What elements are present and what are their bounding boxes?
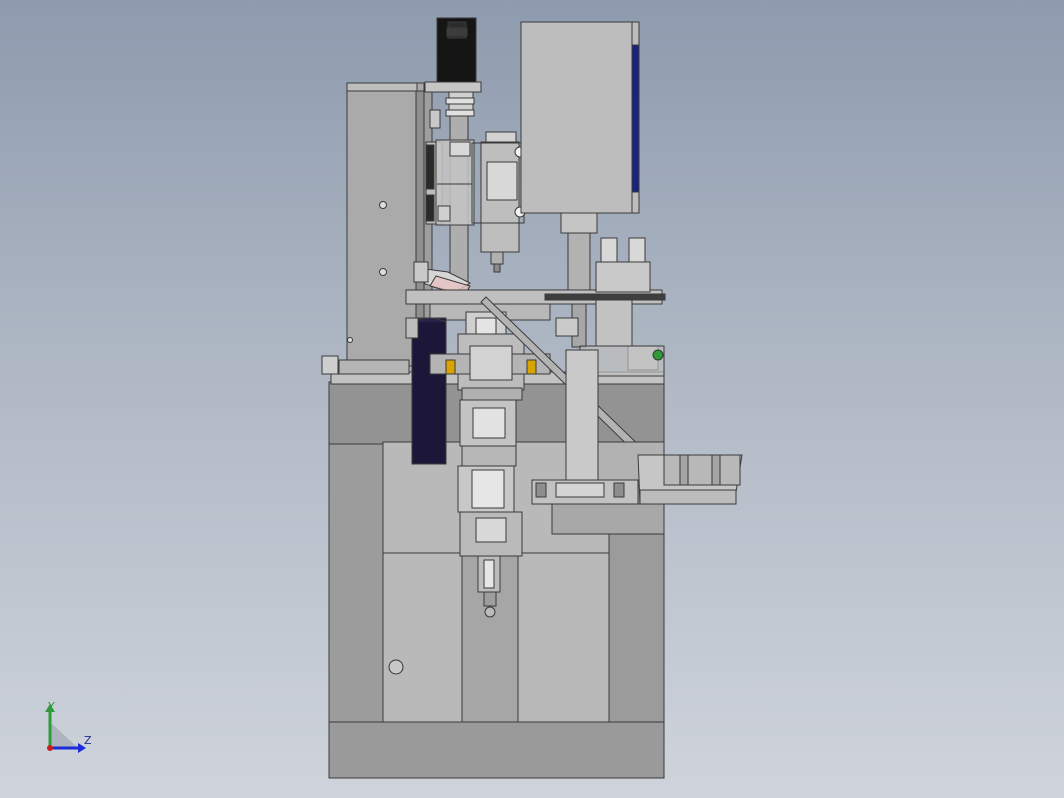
black-slide-rod[interactable] bbox=[544, 293, 666, 301]
y-axis-label: Y bbox=[48, 700, 55, 713]
z-axis-label: Z bbox=[84, 734, 92, 747]
cad-graphics-viewport[interactable]: Y Z bbox=[0, 0, 1064, 798]
slide-base bbox=[551, 503, 665, 535]
right-support-frame bbox=[565, 349, 599, 481]
column-hole-2 bbox=[379, 268, 387, 276]
feeder-tray[interactable] bbox=[637, 454, 743, 505]
column-hole-1 bbox=[379, 201, 387, 209]
control-box[interactable] bbox=[520, 21, 640, 214]
spindle-motor[interactable] bbox=[471, 131, 526, 273]
servo-motor-top[interactable] bbox=[424, 17, 482, 93]
belt-tensioner bbox=[405, 317, 419, 339]
machine-assembly-model[interactable] bbox=[0, 0, 1064, 798]
cabinet-door-knob[interactable] bbox=[388, 659, 404, 675]
lower-slide-rail[interactable] bbox=[531, 479, 639, 505]
drive-belt[interactable] bbox=[411, 317, 447, 465]
spindle-clamp-center bbox=[469, 345, 513, 381]
plate-bolt-left bbox=[321, 355, 339, 375]
stop-yellow-left bbox=[445, 359, 456, 375]
motor-coupling[interactable] bbox=[445, 91, 475, 117]
stop-yellow-right bbox=[526, 359, 537, 375]
column-hole-3 bbox=[347, 337, 353, 343]
mid-clamp[interactable] bbox=[555, 317, 579, 337]
x-axis-dot bbox=[47, 745, 53, 751]
carriage-block[interactable] bbox=[435, 139, 475, 226]
view-orientation-triad bbox=[45, 704, 86, 753]
